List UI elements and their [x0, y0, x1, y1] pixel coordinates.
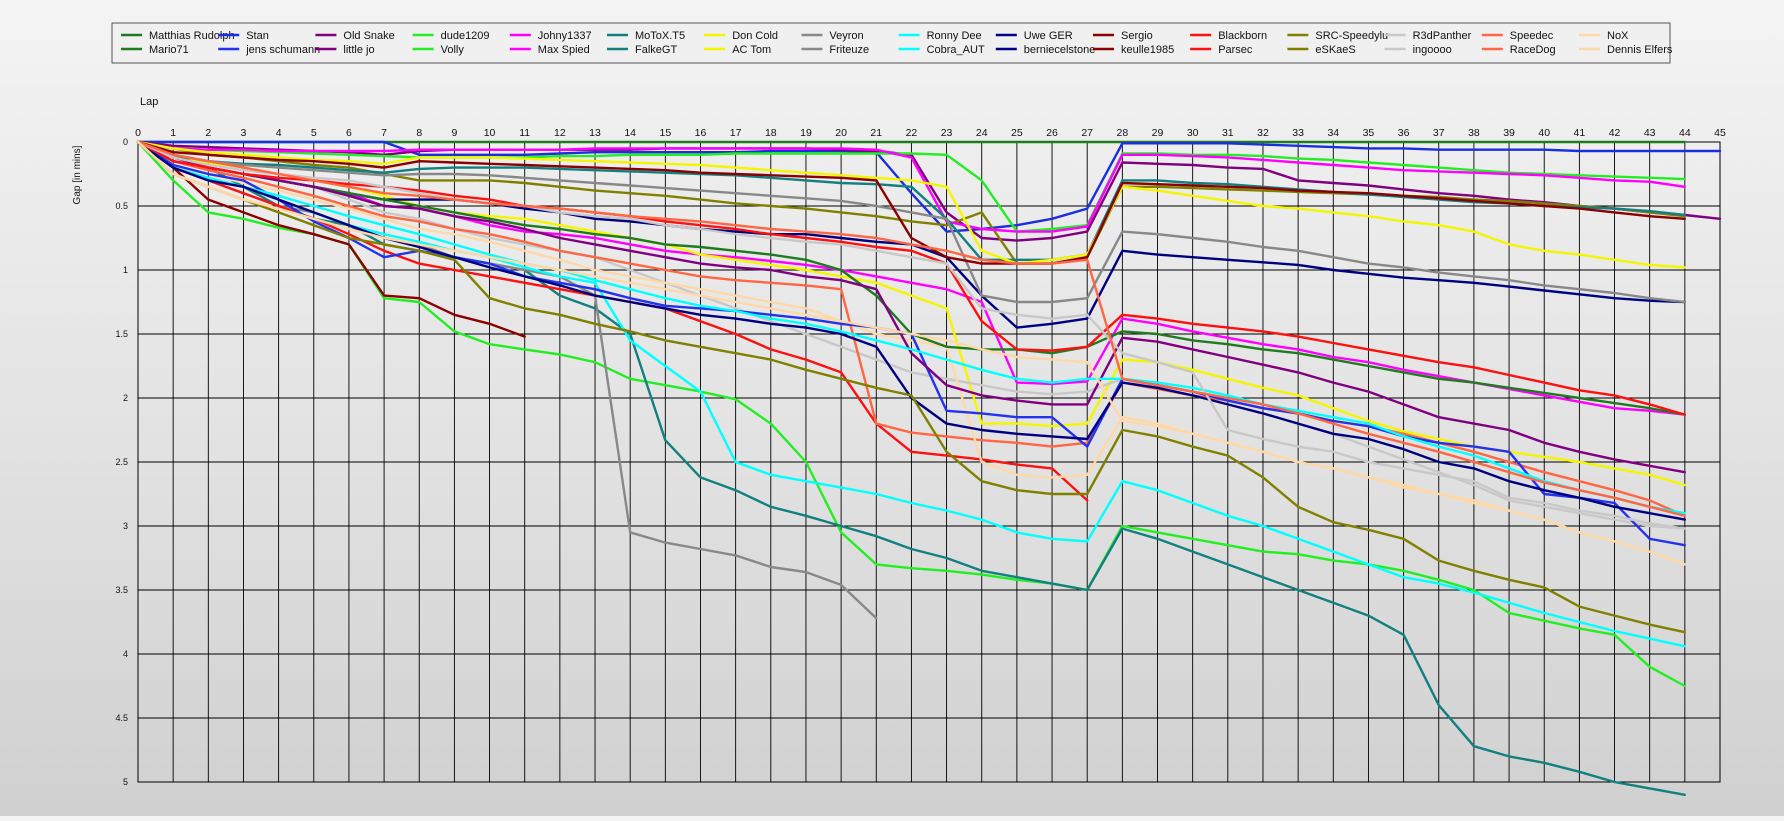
- legend-label: Sergio: [1121, 30, 1153, 42]
- legend: Matthias Rudolph Stan Old Snake dude1209 Joh…: [111, 22, 1673, 64]
- legend-label: NoX: [1607, 30, 1629, 42]
- x-tick-label: 11: [519, 127, 530, 139]
- legend-label: dude1209: [441, 30, 490, 42]
- lap-gap-chart: Matthias Rudolph Stan Old Snake dude1209 Joh…: [0, 0, 1784, 816]
- x-tick-label: 8: [416, 127, 422, 139]
- x-tick-label: 19: [800, 127, 812, 139]
- x-tick-label: 7: [381, 127, 387, 139]
- x-tick-label: 35: [1363, 127, 1375, 139]
- x-tick-label: 20: [835, 127, 847, 139]
- x-tick-label: 16: [695, 127, 707, 139]
- x-tick-label: 2: [205, 127, 211, 139]
- y-tick-label: 5: [123, 777, 128, 787]
- x-tick-label: 44: [1679, 127, 1691, 139]
- x-tick-label: 28: [1117, 127, 1129, 139]
- y-tick-label: 1.5: [115, 329, 128, 339]
- x-tick-label: 23: [941, 127, 953, 139]
- legend-label: Max Spied: [538, 44, 590, 56]
- x-tick-label: 41: [1574, 127, 1586, 139]
- legend-label: SRC-Speedylu: [1315, 30, 1388, 42]
- x-tick-label: 18: [765, 127, 777, 139]
- legend-label: keulle1985: [1121, 44, 1174, 56]
- legend-label: Veyron: [829, 30, 863, 42]
- x-tick-label: 30: [1187, 127, 1199, 139]
- x-tick-label: 43: [1644, 127, 1656, 139]
- legend-label: berniecelstone: [1024, 44, 1096, 56]
- legend-label: Don Cold: [732, 30, 778, 42]
- legend-label: Uwe GER: [1024, 30, 1073, 42]
- legend-label: FalkeGT: [635, 44, 677, 56]
- legend-label: little jo: [343, 44, 374, 56]
- x-tick-label: 12: [554, 127, 566, 139]
- x-tick-label: 4: [276, 127, 282, 139]
- legend-label: AC Tom: [732, 44, 771, 56]
- grid: [137, 141, 1721, 783]
- legend-label: Stan: [246, 30, 269, 42]
- x-tick-label: 39: [1503, 127, 1515, 139]
- x-tick-label: 17: [730, 127, 742, 139]
- y-tick-label: 3: [123, 521, 128, 531]
- legend-label: jens schumann: [245, 44, 320, 56]
- x-tick-label: 22: [906, 127, 918, 139]
- y-tick-label: 0.5: [115, 201, 128, 211]
- x-tick-label: 32: [1257, 127, 1269, 139]
- legend-label: Mario71: [149, 44, 189, 56]
- y-tick-label: 3.5: [115, 585, 128, 595]
- x-tick-label: 15: [659, 127, 671, 139]
- x-tick-label: 31: [1222, 127, 1234, 139]
- x-tick-label: 3: [241, 127, 247, 139]
- y-tick-label: 2.5: [115, 457, 128, 467]
- x-tick-label: 21: [870, 127, 882, 139]
- x-tick-label: 29: [1152, 127, 1164, 139]
- legend-label: Parsec: [1218, 44, 1253, 56]
- legend-label: Old Snake: [343, 30, 394, 42]
- legend-label: R3dPanther: [1413, 30, 1472, 42]
- x-tick-label: 13: [589, 127, 601, 139]
- y-tick-label: 4.5: [115, 713, 128, 723]
- x-tick-label: 33: [1292, 127, 1304, 139]
- series-lines: [136, 140, 1722, 796]
- chart-svg: Matthias Rudolph Stan Old Snake dude1209 Joh…: [72, 22, 1726, 796]
- x-tick-label: 45: [1714, 127, 1726, 139]
- x-tick-label: 5: [311, 127, 317, 139]
- x-tick-label: 42: [1609, 127, 1621, 139]
- x-tick-label: 24: [976, 127, 988, 139]
- x-tick-label: 14: [624, 127, 636, 139]
- legend-label: Dennis Elfers: [1607, 44, 1673, 56]
- x-tick-label: 9: [451, 127, 457, 139]
- x-tick-label: 38: [1468, 127, 1480, 139]
- legend-label: Friteuze: [829, 44, 869, 56]
- x-tick-label: 26: [1046, 127, 1058, 139]
- legend-label: Blackborn: [1218, 30, 1267, 42]
- x-tick-label: 0: [135, 127, 141, 139]
- y-tick-label: 1: [123, 265, 128, 275]
- legend-label: MoToX.T5: [635, 30, 685, 42]
- x-tick-label: 6: [346, 127, 352, 139]
- legend-label: RaceDog: [1510, 44, 1556, 56]
- legend-label: Johny1337: [538, 30, 592, 42]
- legend-label: eSKaeS: [1315, 44, 1355, 56]
- x-axis-title: Lap: [140, 96, 158, 108]
- legend-label: Speedec: [1510, 30, 1554, 42]
- x-tick-label: 40: [1538, 127, 1550, 139]
- x-tick-label: 36: [1398, 127, 1410, 139]
- x-tick-label: 25: [1011, 127, 1023, 139]
- x-tick-label: 10: [484, 127, 496, 139]
- y-tick-label: 2: [123, 393, 128, 403]
- x-tick-label: 27: [1081, 127, 1093, 139]
- legend-label: Cobra_AUT: [927, 44, 985, 56]
- legend-box: [111, 22, 1671, 64]
- x-tick-label: 1: [170, 127, 176, 139]
- y-axis-title: Gap [in mins]: [72, 145, 83, 204]
- y-tick-label: 0: [123, 137, 128, 147]
- y-tick-label: 4: [123, 649, 128, 659]
- legend-label: Volly: [441, 44, 465, 56]
- x-tick-label: 37: [1433, 127, 1445, 139]
- legend-label: Ronny Dee: [927, 30, 982, 42]
- x-tick-label: 34: [1327, 127, 1339, 139]
- legend-label: ingoooo: [1413, 44, 1452, 56]
